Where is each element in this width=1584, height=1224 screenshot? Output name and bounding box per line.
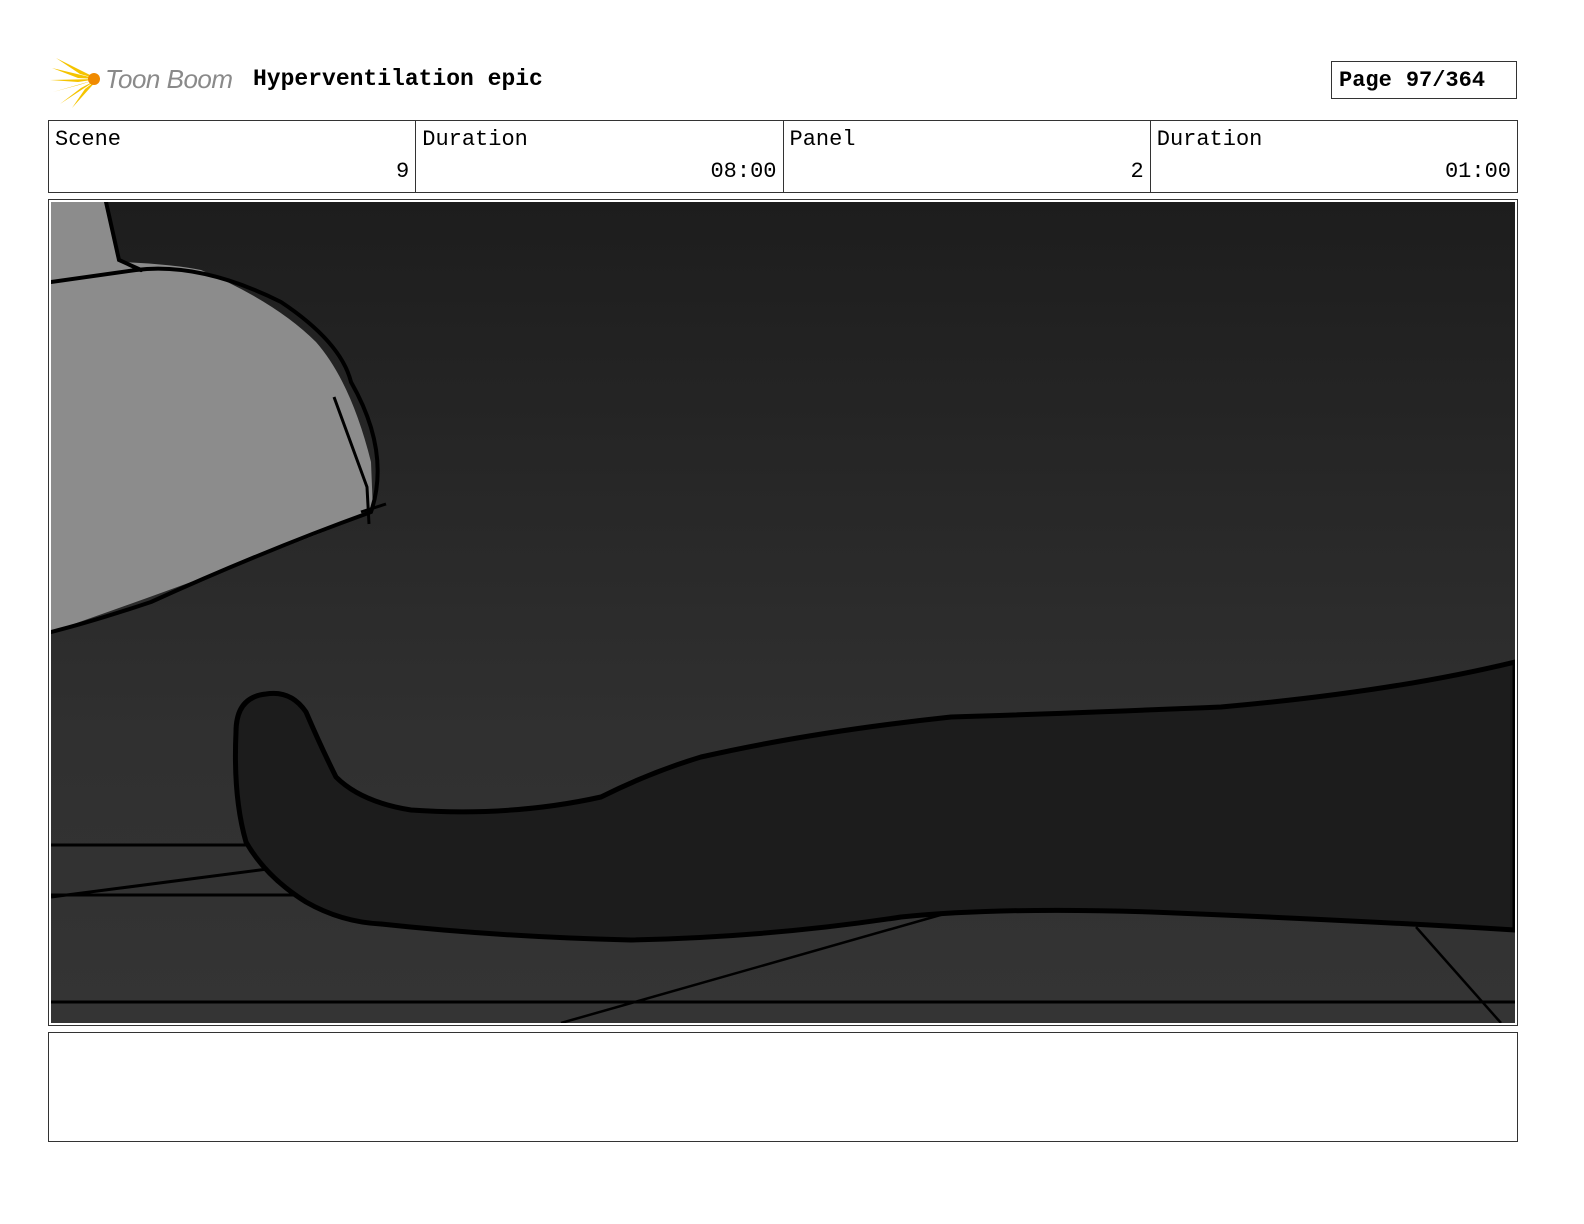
document-title: Hyperventilation epic (253, 66, 543, 92)
logo-text: Toon Boom (105, 64, 233, 94)
scene-label: Scene (55, 127, 122, 152)
scene-duration-value: 08:00 (710, 159, 777, 184)
scene-info-table: Scene 9 Duration 08:00 Panel 2 Duration … (48, 120, 1518, 193)
toon-boom-logo: Toon Boom (50, 54, 240, 108)
page-indicator: Page 97/364 (1331, 61, 1517, 99)
panel-label: Panel (789, 127, 856, 152)
storyboard-panel-image (51, 202, 1515, 1023)
panel-cell: Panel 2 (784, 121, 1151, 192)
panel-duration-label: Duration (1156, 127, 1263, 152)
scene-duration-label: Duration (422, 127, 528, 152)
starburst-icon (50, 58, 100, 108)
scene-value: 9 (396, 159, 410, 184)
page-number: 97/364 (1405, 67, 1486, 93)
scene-duration-cell: Duration 08:00 (416, 121, 784, 192)
scene-cell: Scene 9 (49, 121, 417, 192)
panel-duration-cell: Duration 01:00 (1151, 121, 1517, 192)
panel-notes-area (48, 1032, 1518, 1142)
panel-duration-value: 01:00 (1444, 159, 1511, 184)
panel-value: 2 (1130, 159, 1144, 184)
page-label: Page (1339, 67, 1392, 93)
